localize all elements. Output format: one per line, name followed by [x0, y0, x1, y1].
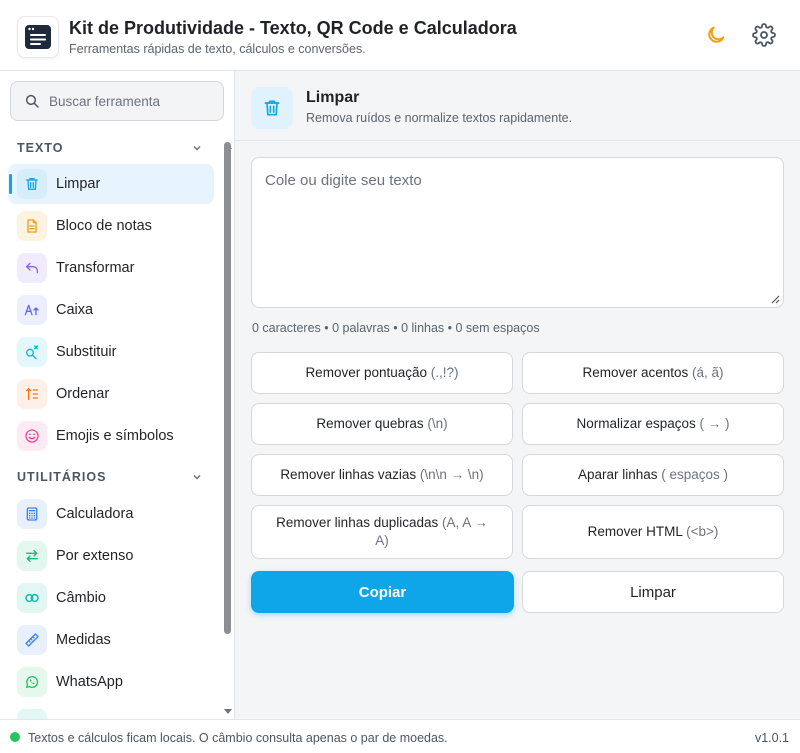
sidebar-item-ordenar[interactable]: Ordenar: [8, 374, 214, 414]
theme-toggle-button[interactable]: [703, 22, 729, 48]
remove-html-button[interactable]: Remover HTML (<b>): [522, 505, 784, 559]
sidebar-item-label: Calculadora: [56, 506, 134, 522]
sidebar-item-calculadora[interactable]: Calculadora: [8, 494, 214, 534]
sidebar-item-label: Câmbio: [56, 590, 106, 606]
partial-icon: [17, 709, 47, 719]
trim-lines-button[interactable]: Aparar linhas ( espaços ): [522, 454, 784, 496]
copy-button[interactable]: Copiar: [251, 571, 514, 613]
sidebar-item-bloco-de-notas[interactable]: Bloco de notas: [8, 206, 214, 246]
whatsapp-icon: [17, 667, 47, 697]
sidebar-item-label: Ordenar: [56, 386, 110, 402]
search-box[interactable]: [10, 81, 224, 121]
chevron-down-icon: [193, 474, 201, 480]
app-header: Kit de Produtividade - Texto, QR Code e …: [0, 0, 800, 71]
main-panel: Limpar Remova ruídos e normalize textos …: [235, 71, 800, 719]
tool-title: Limpar: [306, 89, 360, 106]
version-label: v1.0.1: [754, 731, 789, 745]
section-label: UTILITÁRIOS: [17, 470, 107, 484]
app-subtitle: Ferramentas rápidas de texto, cálculos e…: [69, 42, 366, 56]
sidebar-item-transformar[interactable]: Transformar: [8, 248, 214, 288]
sidebar-item-medidas[interactable]: Medidas: [8, 620, 214, 660]
text-input[interactable]: [251, 157, 784, 308]
chevron-down-icon: [193, 145, 201, 151]
gear-icon: [752, 23, 776, 47]
sidebar-item-limpar[interactable]: Limpar: [8, 164, 214, 204]
sidebar-item-whatsapp[interactable]: WhatsApp: [8, 662, 214, 702]
sidebar-item-emojis[interactable]: Emojis e símbolos: [8, 416, 214, 456]
section-header-texto[interactable]: TEXTO: [17, 141, 203, 155]
sidebar-item-caixa[interactable]: Caixa: [8, 290, 214, 330]
calculator-icon: [17, 499, 47, 529]
search-replace-icon: [17, 337, 47, 367]
sort-icon: [17, 379, 47, 409]
sidebar-item-substituir[interactable]: Substituir: [8, 332, 214, 372]
currency-exchange-icon: [17, 583, 47, 613]
sidebar-item-label: Por extenso: [56, 548, 134, 564]
status-text: Textos e cálculos ficam locais. O câmbio…: [28, 731, 448, 745]
ruler-icon: [17, 625, 47, 655]
swap-arrows-icon: [17, 541, 47, 571]
sidebar-item-next[interactable]: [8, 704, 214, 719]
app-title: Kit de Produtividade - Texto, QR Code e …: [69, 18, 517, 38]
status-dot-icon: [10, 732, 20, 742]
sidebar-item-label: Limpar: [56, 176, 101, 192]
remove-punctuation-button[interactable]: Remover pontuação (.,!?): [251, 352, 513, 394]
tool-header: Limpar Remova ruídos e normalize textos …: [235, 71, 800, 141]
sidebar: TEXTO Limpar Bloco de notas Transformar …: [0, 71, 235, 719]
clear-button[interactable]: Limpar: [522, 571, 784, 613]
sidebar-item-por-extenso[interactable]: Por extenso: [8, 536, 214, 576]
sidebar-item-label: Caixa: [56, 302, 94, 318]
scroll-down-arrow[interactable]: [224, 709, 232, 714]
search-icon: [25, 94, 39, 108]
moon-icon: [708, 26, 725, 43]
settings-button[interactable]: [751, 22, 777, 48]
sidebar-item-label: WhatsApp: [56, 674, 123, 690]
sidebar-item-label: Emojis e símbolos: [56, 428, 174, 444]
undo-arrow-icon: [17, 253, 47, 283]
sidebar-item-label: Bloco de notas: [56, 218, 152, 234]
sidebar-item-label: Transformar: [56, 260, 135, 276]
search-input[interactable]: [49, 93, 219, 109]
app-logo-icon: [17, 16, 59, 58]
status-bar: Textos e cálculos ficam locais. O câmbio…: [0, 719, 800, 753]
sidebar-scrollbar-thumb[interactable]: [224, 142, 231, 634]
remove-empty-lines-button[interactable]: Remover linhas vazias (\n\n → \n): [251, 454, 513, 496]
remove-line-breaks-button[interactable]: Remover quebras (\n): [251, 403, 513, 445]
trash-icon: [17, 169, 47, 199]
resize-grip-icon[interactable]: [770, 294, 780, 304]
text-case-icon: [17, 295, 47, 325]
sidebar-item-label: Medidas: [56, 632, 111, 648]
remove-duplicate-lines-button[interactable]: Remover linhas duplicadas (A, A → A): [251, 505, 513, 559]
sidebar-item-label: Substituir: [56, 344, 117, 360]
tool-subtitle: Remova ruídos e normalize textos rapidam…: [306, 111, 573, 125]
section-label: TEXTO: [17, 141, 64, 155]
remove-accents-button[interactable]: Remover acentos (á, ã): [522, 352, 784, 394]
trash-icon: [251, 87, 293, 129]
section-header-utilitarios[interactable]: UTILITÁRIOS: [17, 470, 203, 484]
text-stats: 0 caracteres • 0 palavras • 0 linhas • 0…: [252, 321, 540, 335]
notepad-icon: [17, 211, 47, 241]
sidebar-item-cambio[interactable]: Câmbio: [8, 578, 214, 618]
smiley-icon: [17, 421, 47, 451]
normalize-spaces-button[interactable]: Normalizar espaços ( → ): [522, 403, 784, 445]
